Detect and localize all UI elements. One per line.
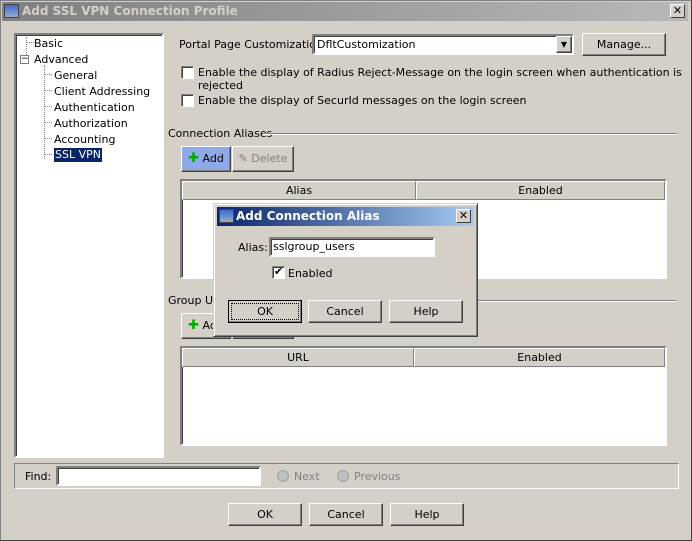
dialog-ok-button[interactable]: OK [228, 300, 302, 323]
tree-item-authorization[interactable]: Authorization [54, 117, 128, 131]
tree-item-ssl-vpn[interactable]: SSL VPN [54, 148, 102, 162]
chevron-down-icon[interactable]: ▼ [556, 36, 572, 53]
alias-delete-button[interactable]: ✎ Delete [232, 146, 294, 172]
tree-item-accounting[interactable]: Accounting [54, 133, 115, 147]
find-previous-button[interactable]: Previous [354, 470, 401, 483]
manage-button[interactable]: Manage... [582, 33, 666, 56]
dialog-cancel-button[interactable]: Cancel [308, 300, 382, 323]
dialog-title-bar: Add Connection Alias [217, 207, 474, 226]
aliases-divider [263, 133, 677, 134]
next-arrow-icon [277, 470, 289, 482]
dialog-app-icon [219, 209, 234, 223]
plus-icon: ✚ [188, 318, 200, 333]
previous-arrow-icon [337, 470, 349, 482]
alias-input[interactable]: sslgroup_users [269, 237, 435, 257]
url-column-header[interactable]: URL [182, 348, 414, 367]
enabled-label: Enabled [288, 267, 333, 280]
securid-label: Enable the display of SecurId messages o… [198, 94, 527, 107]
window-title: Add SSL VPN Connection Profile [22, 4, 238, 18]
alias-delete-label: Delete [251, 152, 288, 165]
dialog-close-button[interactable]: ✕ [456, 209, 471, 223]
nav-tree: Basic − Advanced General Client Addressi… [14, 33, 164, 458]
close-button[interactable]: ✕ [670, 4, 685, 18]
portal-label: Portal Page Customization: [179, 38, 327, 51]
tree-item-client-addressing[interactable]: Client Addressing [54, 85, 150, 99]
tree-item-advanced[interactable]: Advanced [34, 53, 88, 67]
alias-label: Alias: [238, 241, 268, 254]
add-alias-dialog: Add Connection Alias ✕ Alias: sslgroup_u… [213, 203, 478, 337]
radius-checkbox[interactable] [181, 66, 194, 79]
tree-item-general[interactable]: General [54, 69, 97, 83]
find-label: Find: [25, 470, 52, 483]
cancel-button[interactable]: Cancel [309, 503, 383, 526]
alias-add-button[interactable]: ✚ Add [181, 146, 231, 172]
portal-value: DfltCustomization [317, 38, 416, 51]
dialog-help-button[interactable]: Help [389, 300, 463, 323]
plus-icon: ✚ [188, 151, 200, 166]
help-button[interactable]: Help [390, 503, 464, 526]
tree-item-authentication[interactable]: Authentication [54, 101, 135, 115]
radius-label: Enable the display of Radius Reject-Mess… [198, 66, 682, 92]
app-icon [4, 4, 19, 18]
tree-item-basic[interactable]: Basic [34, 37, 63, 51]
alias-add-label: Add [202, 152, 224, 165]
aliases-title: Connection Aliases [168, 127, 273, 140]
collapse-icon[interactable]: − [20, 55, 29, 64]
dialog-title: Add Connection Alias [236, 209, 380, 223]
ok-button[interactable]: OK [228, 503, 302, 526]
enabled-checkbox[interactable]: ✔ [272, 266, 285, 279]
url-enabled-column-header[interactable]: Enabled [414, 348, 665, 367]
portal-select[interactable]: DfltCustomization [312, 34, 574, 55]
securid-checkbox[interactable] [181, 94, 194, 107]
title-bar: Add SSL VPN Connection Profile [2, 2, 688, 21]
edit-icon: ✎ [238, 152, 248, 165]
alias-column-header[interactable]: Alias [182, 181, 416, 200]
enabled-column-header[interactable]: Enabled [416, 181, 665, 200]
find-input[interactable] [56, 466, 261, 486]
find-next-button[interactable]: Next [294, 470, 320, 483]
